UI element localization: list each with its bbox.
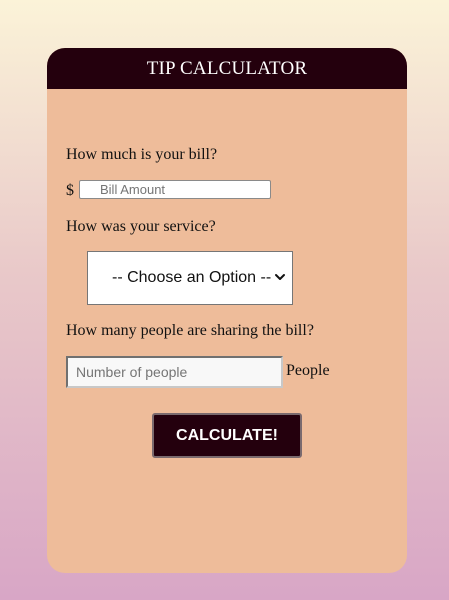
chevron-down-icon (275, 274, 285, 280)
calculate-button[interactable]: CALCULATE! (152, 413, 302, 458)
people-unit-label: People (286, 362, 330, 379)
page-title: TIP CALCULATOR (146, 58, 308, 79)
card-header: TIP CALCULATOR (47, 48, 407, 89)
service-select-value: -- Choose an Option -- (112, 269, 272, 286)
currency-symbol: $ (66, 182, 74, 199)
tip-calculator-card: TIP CALCULATOR How much is your bill? $ … (47, 48, 407, 573)
bill-amount-input[interactable] (79, 180, 271, 199)
service-select[interactable]: -- Choose an Option -- (87, 251, 293, 305)
people-count-input[interactable] (66, 356, 283, 388)
service-question-label: How was your service? (66, 218, 216, 235)
people-question-label: How many people are sharing the bill? (66, 322, 314, 339)
bill-question-label: How much is your bill? (66, 146, 218, 163)
